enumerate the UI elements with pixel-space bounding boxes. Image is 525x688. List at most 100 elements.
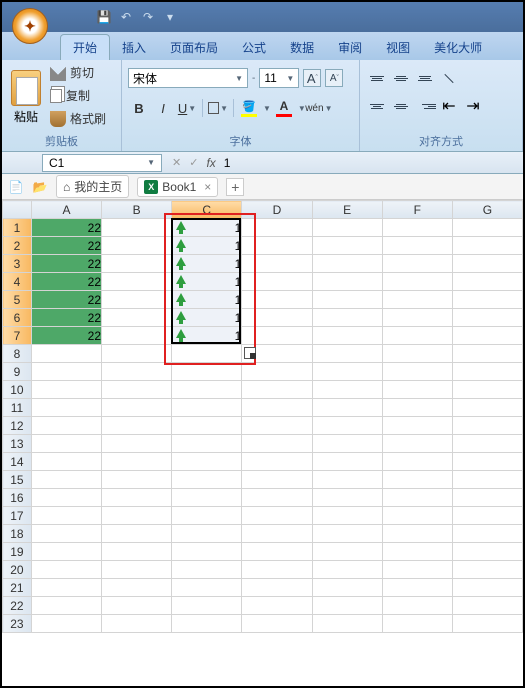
cell-G21[interactable]: [452, 579, 522, 597]
cell-B3[interactable]: [102, 255, 172, 273]
cell-B16[interactable]: [102, 489, 172, 507]
cell-E21[interactable]: [312, 579, 382, 597]
cell-B5[interactable]: [102, 291, 172, 309]
cell-D13[interactable]: [242, 435, 312, 453]
cell-A16[interactable]: [31, 489, 101, 507]
cell-D16[interactable]: [242, 489, 312, 507]
cut-button[interactable]: 剪切: [48, 62, 108, 83]
cell-E19[interactable]: [312, 543, 382, 561]
cell-A2[interactable]: 22: [31, 237, 101, 255]
cell-F10[interactable]: [382, 381, 452, 399]
cell-D5[interactable]: [242, 291, 312, 309]
cell-A7[interactable]: 22: [31, 327, 101, 345]
cell-D10[interactable]: [242, 381, 312, 399]
font-name-select[interactable]: 宋体▼: [128, 68, 248, 88]
align-right-button[interactable]: [414, 95, 436, 117]
cell-C17[interactable]: [172, 507, 242, 525]
row-header-1[interactable]: 1: [3, 219, 32, 237]
cell-D1[interactable]: [242, 219, 312, 237]
cell-A3[interactable]: 22: [31, 255, 101, 273]
undo-icon[interactable]: ↶: [118, 9, 134, 25]
paste-button[interactable]: 粘贴: [8, 62, 44, 133]
cell-B13[interactable]: [102, 435, 172, 453]
align-top-button[interactable]: [366, 67, 388, 89]
cell-D7[interactable]: [242, 327, 312, 345]
cell-B10[interactable]: [102, 381, 172, 399]
cell-G20[interactable]: [452, 561, 522, 579]
row-header-8[interactable]: 8: [3, 345, 32, 363]
open-file-icon[interactable]: 📂: [32, 179, 48, 195]
cell-D11[interactable]: [242, 399, 312, 417]
cell-G3[interactable]: [452, 255, 522, 273]
cell-F16[interactable]: [382, 489, 452, 507]
cell-D18[interactable]: [242, 525, 312, 543]
cell-G2[interactable]: [452, 237, 522, 255]
cell-A12[interactable]: [31, 417, 101, 435]
cell-G12[interactable]: [452, 417, 522, 435]
col-header-D[interactable]: D: [242, 201, 312, 219]
cell-E14[interactable]: [312, 453, 382, 471]
cell-D2[interactable]: [242, 237, 312, 255]
cell-F22[interactable]: [382, 597, 452, 615]
cell-E8[interactable]: [312, 345, 382, 363]
cell-A18[interactable]: [31, 525, 101, 543]
cell-G5[interactable]: [452, 291, 522, 309]
row-header-6[interactable]: 6: [3, 309, 32, 327]
cell-F9[interactable]: [382, 363, 452, 381]
cell-F15[interactable]: [382, 471, 452, 489]
cell-E23[interactable]: [312, 615, 382, 633]
autofill-options-icon[interactable]: [244, 347, 256, 359]
bold-button[interactable]: B: [128, 97, 150, 119]
cell-D22[interactable]: [242, 597, 312, 615]
cell-F21[interactable]: [382, 579, 452, 597]
align-bottom-button[interactable]: [414, 67, 436, 89]
cell-D21[interactable]: [242, 579, 312, 597]
row-header-23[interactable]: 23: [3, 615, 32, 633]
cell-G18[interactable]: [452, 525, 522, 543]
shrink-font-button[interactable]: Aˇ: [325, 69, 343, 87]
font-color-button[interactable]: A: [273, 97, 295, 119]
cell-B14[interactable]: [102, 453, 172, 471]
row-header-7[interactable]: 7: [3, 327, 32, 345]
cell-C5[interactable]: 1: [172, 291, 242, 309]
cell-A19[interactable]: [31, 543, 101, 561]
cell-E17[interactable]: [312, 507, 382, 525]
cancel-icon[interactable]: ✕: [172, 156, 181, 169]
cell-A21[interactable]: [31, 579, 101, 597]
cell-B2[interactable]: [102, 237, 172, 255]
row-header-12[interactable]: 12: [3, 417, 32, 435]
orientation-button[interactable]: [438, 67, 460, 89]
cell-C4[interactable]: 1: [172, 273, 242, 291]
cell-D17[interactable]: [242, 507, 312, 525]
cell-D19[interactable]: [242, 543, 312, 561]
cell-B12[interactable]: [102, 417, 172, 435]
cell-G13[interactable]: [452, 435, 522, 453]
cell-D12[interactable]: [242, 417, 312, 435]
row-header-18[interactable]: 18: [3, 525, 32, 543]
col-header-C[interactable]: C: [172, 201, 242, 219]
cell-G17[interactable]: [452, 507, 522, 525]
cell-B17[interactable]: [102, 507, 172, 525]
cell-B23[interactable]: [102, 615, 172, 633]
office-button[interactable]: ✦: [12, 8, 48, 44]
cell-B9[interactable]: [102, 363, 172, 381]
tab-review[interactable]: 审阅: [326, 35, 374, 60]
cell-G9[interactable]: [452, 363, 522, 381]
format-painter-button[interactable]: 格式刷: [48, 108, 108, 129]
cell-F8[interactable]: [382, 345, 452, 363]
cell-G16[interactable]: [452, 489, 522, 507]
row-header-13[interactable]: 13: [3, 435, 32, 453]
cell-A23[interactable]: [31, 615, 101, 633]
cell-C11[interactable]: [172, 399, 242, 417]
cell-D15[interactable]: [242, 471, 312, 489]
cell-B20[interactable]: [102, 561, 172, 579]
cell-E18[interactable]: [312, 525, 382, 543]
font-size-select[interactable]: 11▼: [259, 68, 299, 88]
cell-C13[interactable]: [172, 435, 242, 453]
fx-icon[interactable]: fx: [206, 156, 215, 170]
cell-F7[interactable]: [382, 327, 452, 345]
row-header-2[interactable]: 2: [3, 237, 32, 255]
col-header-G[interactable]: G: [452, 201, 522, 219]
cell-F18[interactable]: [382, 525, 452, 543]
cell-F13[interactable]: [382, 435, 452, 453]
